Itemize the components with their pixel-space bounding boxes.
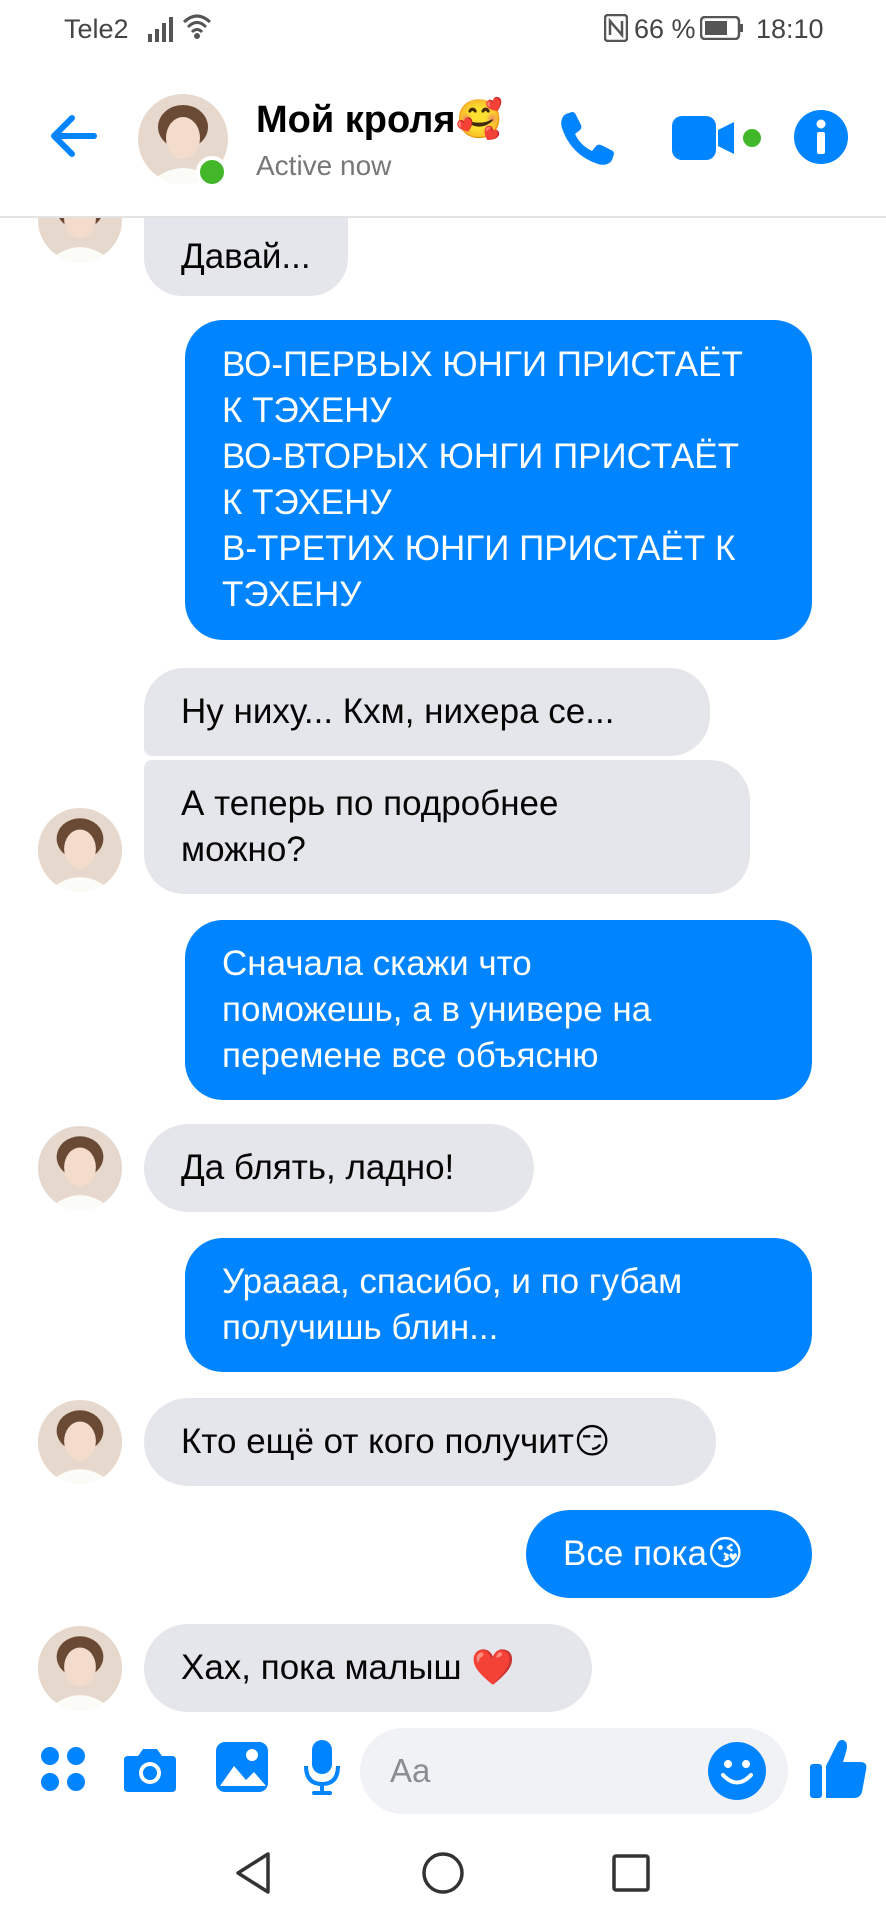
message-input[interactable]: Aa [360, 1728, 788, 1814]
contact-message-avatar[interactable] [38, 1626, 122, 1710]
status-time: 18:10 [756, 14, 824, 44]
incoming-message[interactable]: Кто ещё от кого получит😏 [144, 1398, 716, 1486]
message-line: перемене все объясню [222, 1036, 599, 1075]
incoming-message[interactable]: Давай... [144, 218, 348, 296]
incoming-message[interactable]: Да блять, ладно! [144, 1124, 534, 1212]
message-text: Кто ещё от кого получит😏 [181, 1422, 611, 1461]
message-text: Хах, пока малыш ❤️ [181, 1648, 515, 1687]
nfc-icon [604, 14, 628, 42]
message-text: Да блять, ладно! [181, 1148, 455, 1187]
message-list[interactable]: Давай... ВО-ПЕРВЫХ ЮНГИ ПРИСТАЁТ К ТЭХЕН… [0, 218, 886, 1716]
message-line: Сначала скажи что [222, 944, 532, 983]
message-line: К ТЭХЕНУ [222, 391, 392, 430]
active-status: Active now [256, 150, 392, 181]
chat-header: Мой кроля🥰 Active now [0, 60, 886, 218]
carrier-name: Tele2 [64, 14, 129, 44]
incoming-message[interactable]: Ну ниху... Кхм, нихера се... [144, 668, 710, 756]
incoming-message[interactable]: Хах, пока малыш ❤️ [144, 1624, 592, 1712]
online-indicator [196, 156, 228, 188]
message-line: получишь блин... [222, 1308, 499, 1347]
message-line: можно? [181, 830, 306, 869]
message-line: поможешь, а в универе на [222, 990, 652, 1029]
message-composer: Aa [0, 1716, 886, 1826]
outgoing-message[interactable]: ВО-ПЕРВЫХ ЮНГИ ПРИСТАЁТ К ТЭХЕНУ ВО-ВТОР… [185, 320, 812, 640]
message-line: К ТЭХЕНУ [222, 483, 392, 522]
battery-percent: 66 % [634, 14, 696, 44]
message-line: Ураааа, спасибо, и по губам [222, 1262, 683, 1301]
camera-icon[interactable] [122, 1744, 178, 1794]
message-line: В-ТРЕТИХ ЮНГИ ПРИСТАЁТ К [222, 529, 736, 568]
outgoing-message[interactable]: Сначала скажи что поможешь, а в универе … [185, 920, 812, 1100]
signal-icon [148, 17, 173, 42]
contact-message-avatar[interactable] [38, 1126, 122, 1210]
message-input-placeholder: Aa [390, 1752, 431, 1789]
outgoing-message[interactable]: Все пока😘 [526, 1510, 812, 1598]
message-text: Давай... [181, 237, 311, 276]
wifi-icon [182, 14, 212, 39]
gallery-icon[interactable] [214, 1740, 270, 1794]
message-line: ВО-ВТОРЫХ ЮНГИ ПРИСТАЁТ [222, 437, 740, 476]
thumbs-up-icon[interactable] [808, 1736, 870, 1802]
message-line: ВО-ПЕРВЫХ ЮНГИ ПРИСТАЁТ [222, 345, 743, 384]
message-text: Все пока😘 [563, 1534, 744, 1573]
nav-recents-icon[interactable] [610, 1852, 652, 1894]
phone-icon[interactable] [552, 104, 622, 174]
microphone-icon[interactable] [302, 1738, 342, 1798]
message-text: Ну ниху... Кхм, нихера се... [181, 692, 615, 731]
apps-icon[interactable] [38, 1744, 88, 1794]
video-camera-icon[interactable] [668, 108, 768, 168]
contact-message-avatar[interactable] [38, 1400, 122, 1484]
message-line: ТЭХЕНУ [222, 575, 362, 614]
incoming-message[interactable]: А теперь по подробнее можно? [144, 760, 750, 894]
battery-icon [700, 16, 743, 40]
contact-name[interactable]: Мой кроля🥰 [256, 98, 503, 142]
info-icon[interactable] [792, 108, 850, 166]
emoji-icon[interactable] [706, 1740, 768, 1802]
status-bar: Tele2 66 % 18:10 [0, 0, 886, 60]
contact-message-avatar[interactable] [38, 808, 122, 892]
nav-home-icon[interactable] [420, 1850, 466, 1896]
contact-message-avatar[interactable] [38, 218, 122, 262]
back-arrow-icon[interactable] [42, 104, 106, 168]
nav-back-icon[interactable] [232, 1850, 274, 1896]
system-nav-bar [0, 1826, 886, 1920]
outgoing-message[interactable]: Ураааа, спасибо, и по губам получишь бли… [185, 1238, 812, 1372]
message-line: А теперь по подробнее [181, 784, 559, 823]
